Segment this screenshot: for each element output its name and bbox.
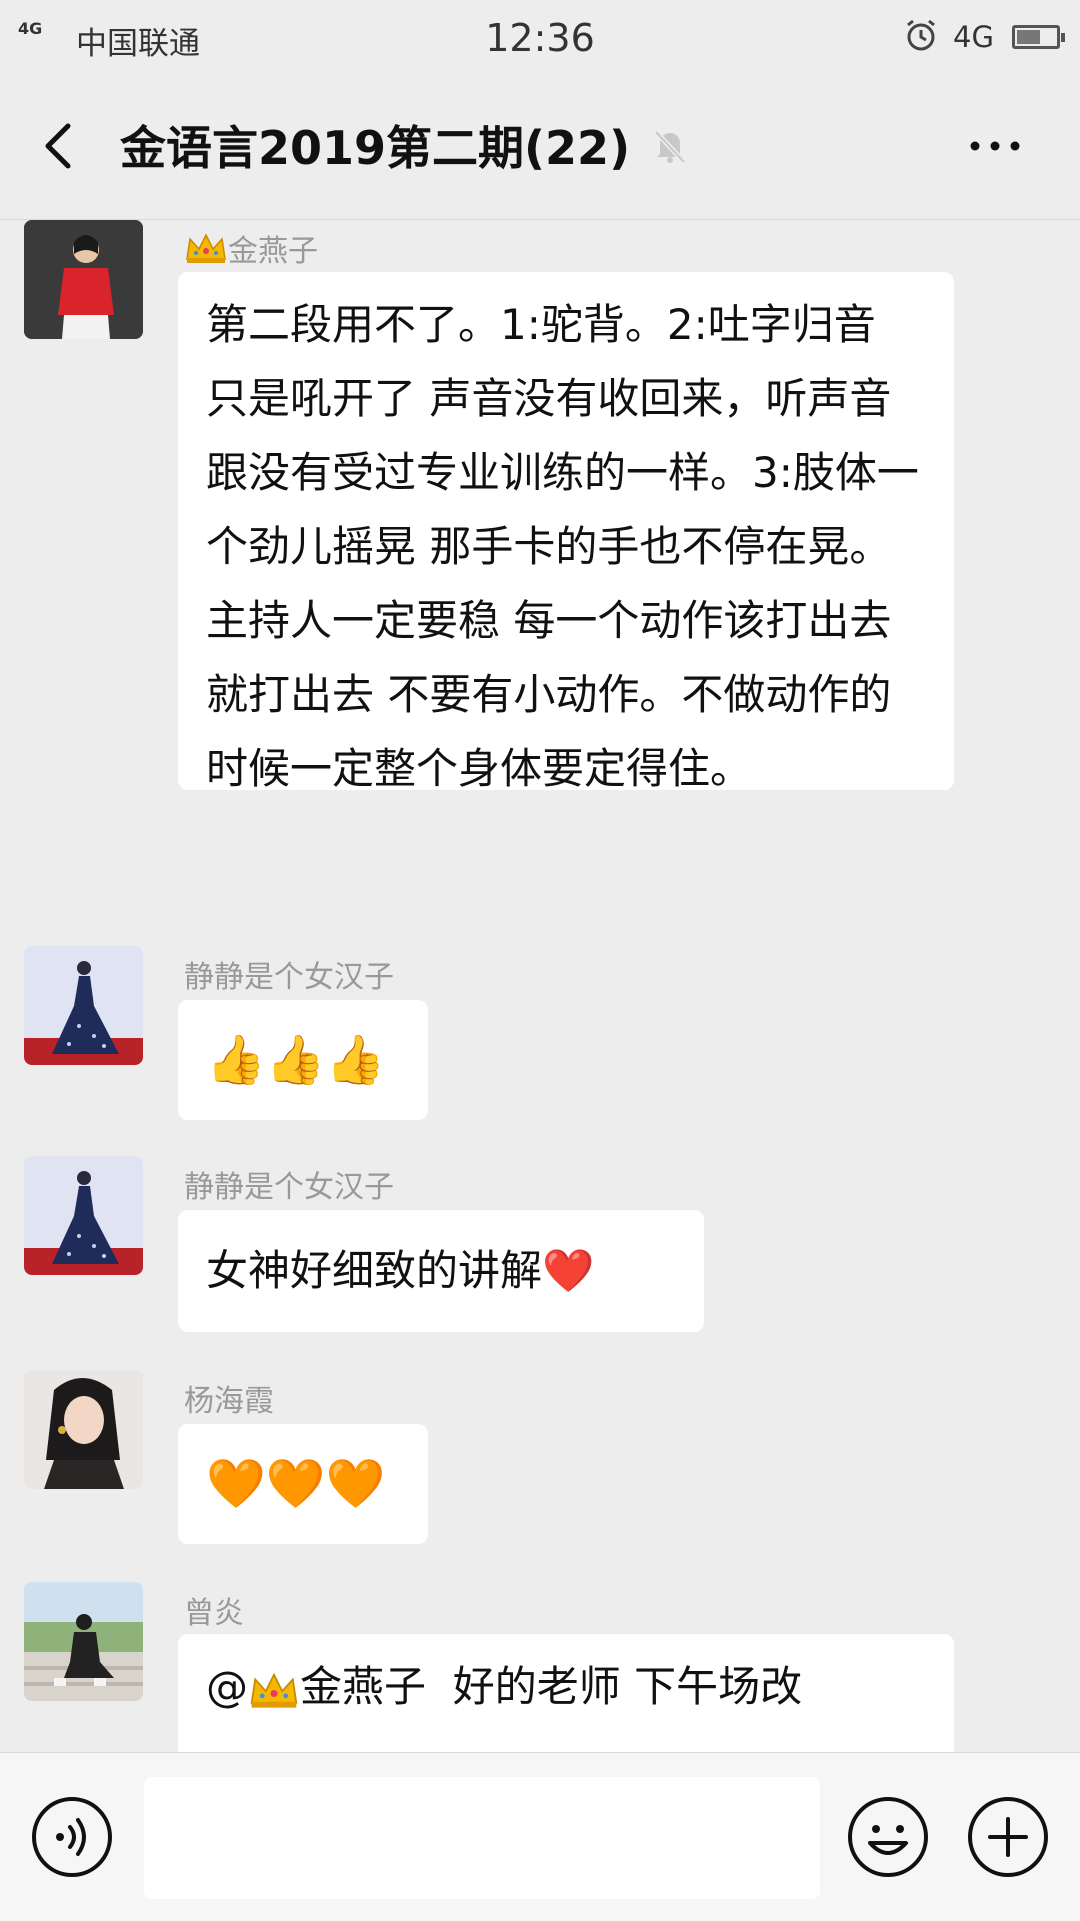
- sender-name: 静静是个女汉子: [184, 960, 394, 995]
- chat-header: 金语言2019第二期(22): [0, 76, 1080, 219]
- smiley-icon[interactable]: [846, 1795, 930, 1879]
- sender-name: 曾炎: [184, 1596, 244, 1631]
- message-input[interactable]: [144, 1777, 820, 1899]
- more-dots-icon[interactable]: [960, 116, 1030, 176]
- network-type: 4G: [953, 20, 994, 54]
- message-text: @ 金燕子 好的老师 下午场改: [206, 1650, 926, 1724]
- alarm-icon: [907, 19, 935, 51]
- input-bar: [0, 1752, 1080, 1921]
- mention-name[interactable]: 金燕子: [300, 1662, 426, 1711]
- message-body: 好的老师 下午场改: [426, 1662, 803, 1711]
- message-text: 🧡🧡🧡: [206, 1456, 386, 1512]
- crown-icon: [186, 233, 226, 263]
- plus-icon[interactable]: [966, 1795, 1050, 1879]
- sender-name: 金燕子: [184, 226, 318, 270]
- message-text: 第二段用不了。1:驼背。2:吐字归音 只是吼开了 声音没有收回来，听声音 跟没有…: [206, 300, 919, 793]
- message-bubble[interactable]: @ 金燕子 好的老师 下午场改: [178, 1634, 954, 1752]
- chat-title: 金语言2019第二期(22): [120, 121, 631, 175]
- message-bubble[interactable]: 🧡🧡🧡: [178, 1424, 428, 1544]
- avatar[interactable]: [24, 946, 143, 1065]
- message-text: 👍👍👍: [206, 1032, 386, 1088]
- sender-name: 静静是个女汉子: [184, 1170, 394, 1205]
- avatar[interactable]: [24, 1582, 143, 1701]
- chevron-left-icon[interactable]: [30, 116, 90, 176]
- sender-name: 杨海霞: [184, 1384, 274, 1419]
- bell-off-icon: [654, 130, 686, 164]
- message-bubble[interactable]: 👍👍👍: [178, 1000, 428, 1120]
- battery-icon: [1012, 25, 1065, 49]
- message-bubble[interactable]: 女神好细致的讲解❤️: [178, 1210, 704, 1332]
- avatar[interactable]: [24, 1370, 143, 1489]
- message-text: 女神好细致的讲解❤️: [206, 1246, 595, 1295]
- avatar[interactable]: [24, 220, 143, 339]
- avatar[interactable]: [24, 1156, 143, 1275]
- message-list[interactable]: 金燕子 第二段用不了。1:驼背。2:吐字归音 只是吼开了 声音没有收回来，听声音…: [0, 220, 1080, 1752]
- message-bubble[interactable]: 第二段用不了。1:驼背。2:吐字归音 只是吼开了 声音没有收回来，听声音 跟没有…: [178, 272, 954, 793]
- voice-icon[interactable]: [30, 1795, 114, 1879]
- crown-icon: [250, 1672, 298, 1708]
- status-bar: 4G 中国联通 12:36 4G: [0, 0, 1080, 76]
- mention-prefix: @: [206, 1662, 248, 1711]
